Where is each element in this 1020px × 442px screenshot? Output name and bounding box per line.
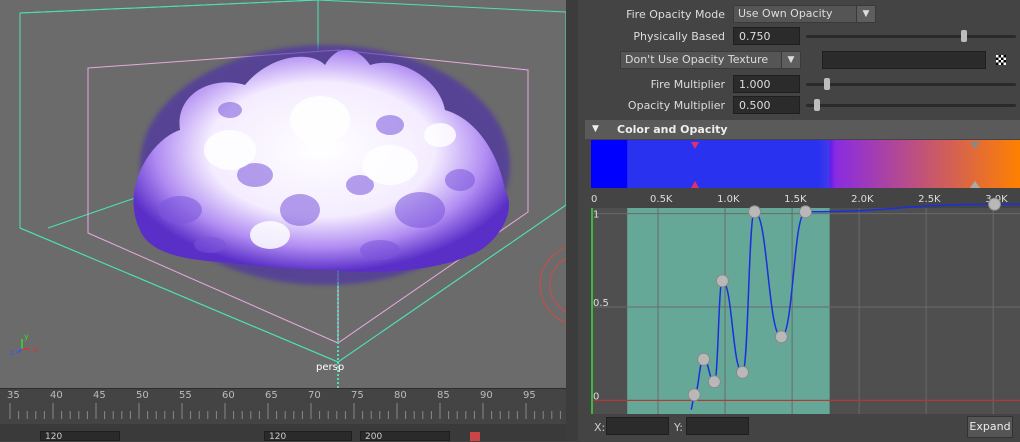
curve-key-point	[697, 352, 711, 366]
camera-label: persp	[316, 362, 345, 373]
viewport-scene: y x z	[10, 0, 566, 388]
opacity-texture-field[interactable]	[822, 51, 986, 69]
fire-opacity-mode-dropdown[interactable]: Use Own Opacity ▼	[733, 5, 876, 23]
frame-label: 85	[437, 390, 450, 401]
physically-based-slider[interactable]	[806, 35, 1016, 38]
manipulator-ring	[539, 247, 566, 323]
x-tick-label: 0	[591, 194, 597, 205]
x-tick-label: 2.5K	[918, 194, 941, 205]
opacity-multiplier-label: Opacity Multiplier	[627, 99, 725, 112]
axis-gizmo	[16, 339, 30, 354]
color-gradient-ramp[interactable]	[591, 140, 1020, 188]
opacity-multiplier-slider-handle[interactable]	[813, 99, 820, 111]
coord-row: X: Y: Expand	[585, 416, 1020, 441]
fire-multiplier-slider[interactable]	[806, 83, 1016, 86]
frame-label: 95	[523, 390, 536, 401]
axis-label-z: z	[10, 348, 14, 357]
keyframe-icon[interactable]	[470, 432, 480, 441]
x-label: X:	[594, 421, 606, 434]
range-end-field[interactable]: 120	[264, 431, 352, 442]
range-start-field[interactable]: 120	[40, 431, 120, 442]
animation-end-field[interactable]: 200	[360, 431, 450, 442]
curve-key-point	[715, 274, 729, 288]
panel-splitter[interactable]	[566, 0, 578, 441]
x-field[interactable]	[606, 417, 669, 435]
range-slider[interactable]: 120 120 200	[0, 424, 566, 442]
frame-label: 40	[50, 390, 63, 401]
axis-label-x: x	[33, 345, 38, 354]
time-slider[interactable]: 35 40 45 50 55 60 65 70 75 80 85 90 95	[0, 388, 566, 424]
opacity-multiplier-slider[interactable]	[806, 104, 1016, 107]
frame-label: 90	[480, 390, 493, 401]
frame-label: 60	[222, 390, 235, 401]
physically-based-slider-handle[interactable]	[960, 30, 967, 42]
frame-label: 45	[93, 390, 106, 401]
y-label: Y:	[674, 421, 683, 434]
fire-multiplier-field[interactable]: 1.000	[733, 75, 800, 93]
axis-label-y: y	[24, 332, 29, 341]
curve-key-point	[988, 197, 1002, 211]
x-tick-label: 0.5K	[650, 194, 673, 205]
x-tick-label: 2.0K	[851, 194, 874, 205]
opacity-texture-dropdown[interactable]: Don't Use Opacity Texture ▼	[620, 51, 801, 69]
physically-based-field[interactable]: 0.750	[733, 27, 800, 45]
curve-key-point	[707, 375, 721, 389]
collapse-triangle-icon[interactable]: ▼	[592, 120, 599, 139]
y-tick-label: 0.5	[593, 298, 609, 309]
frame-label: 65	[265, 390, 278, 401]
section-title: Color and Opacity	[617, 123, 728, 136]
fire-multiplier-slider-handle[interactable]	[824, 78, 830, 90]
fire-multiplier-label: Fire Multiplier	[650, 78, 725, 91]
frame-label: 75	[351, 390, 364, 401]
y-tick-label: 1	[593, 210, 599, 221]
frame-label: 80	[394, 390, 407, 401]
frame-label: 70	[308, 390, 321, 401]
attribute-editor: Fire Opacity Mode Use Own Opacity ▼ Phys…	[578, 0, 1020, 441]
curve-key-point	[774, 330, 788, 344]
opacity-multiplier-field[interactable]: 0.500	[733, 96, 800, 114]
frame-label: 55	[179, 390, 192, 401]
chevron-down-icon: ▼	[856, 6, 875, 22]
section-header-color-opacity[interactable]: ▼ Color and Opacity	[585, 120, 1020, 139]
frame-label: 50	[136, 390, 149, 401]
y-tick-label: 0	[593, 391, 599, 402]
physically-based-label: Physically Based	[633, 30, 725, 43]
checker-texture-icon[interactable]	[996, 55, 1006, 65]
expand-button[interactable]: Expand	[967, 416, 1013, 438]
frame-label: 35	[7, 390, 20, 401]
3d-viewport[interactable]: y x z persp	[0, 0, 566, 388]
x-tick-label: 1.0K	[717, 194, 740, 205]
curve-key-point	[687, 388, 701, 402]
curve-key-point	[735, 365, 749, 379]
chevron-down-icon: ▼	[781, 52, 800, 68]
curve-key-point	[799, 205, 812, 219]
x-tick-label: 1.5K	[784, 194, 807, 205]
opacity-curve-graph[interactable]: 00.5K1.0K1.5K2.0K2.5K3.0K10.50	[591, 188, 1020, 414]
y-field[interactable]	[686, 417, 749, 435]
fire-cloud	[133, 45, 510, 285]
fire-opacity-mode-label: Fire Opacity Mode	[626, 8, 725, 21]
curve-key-point	[748, 205, 762, 219]
